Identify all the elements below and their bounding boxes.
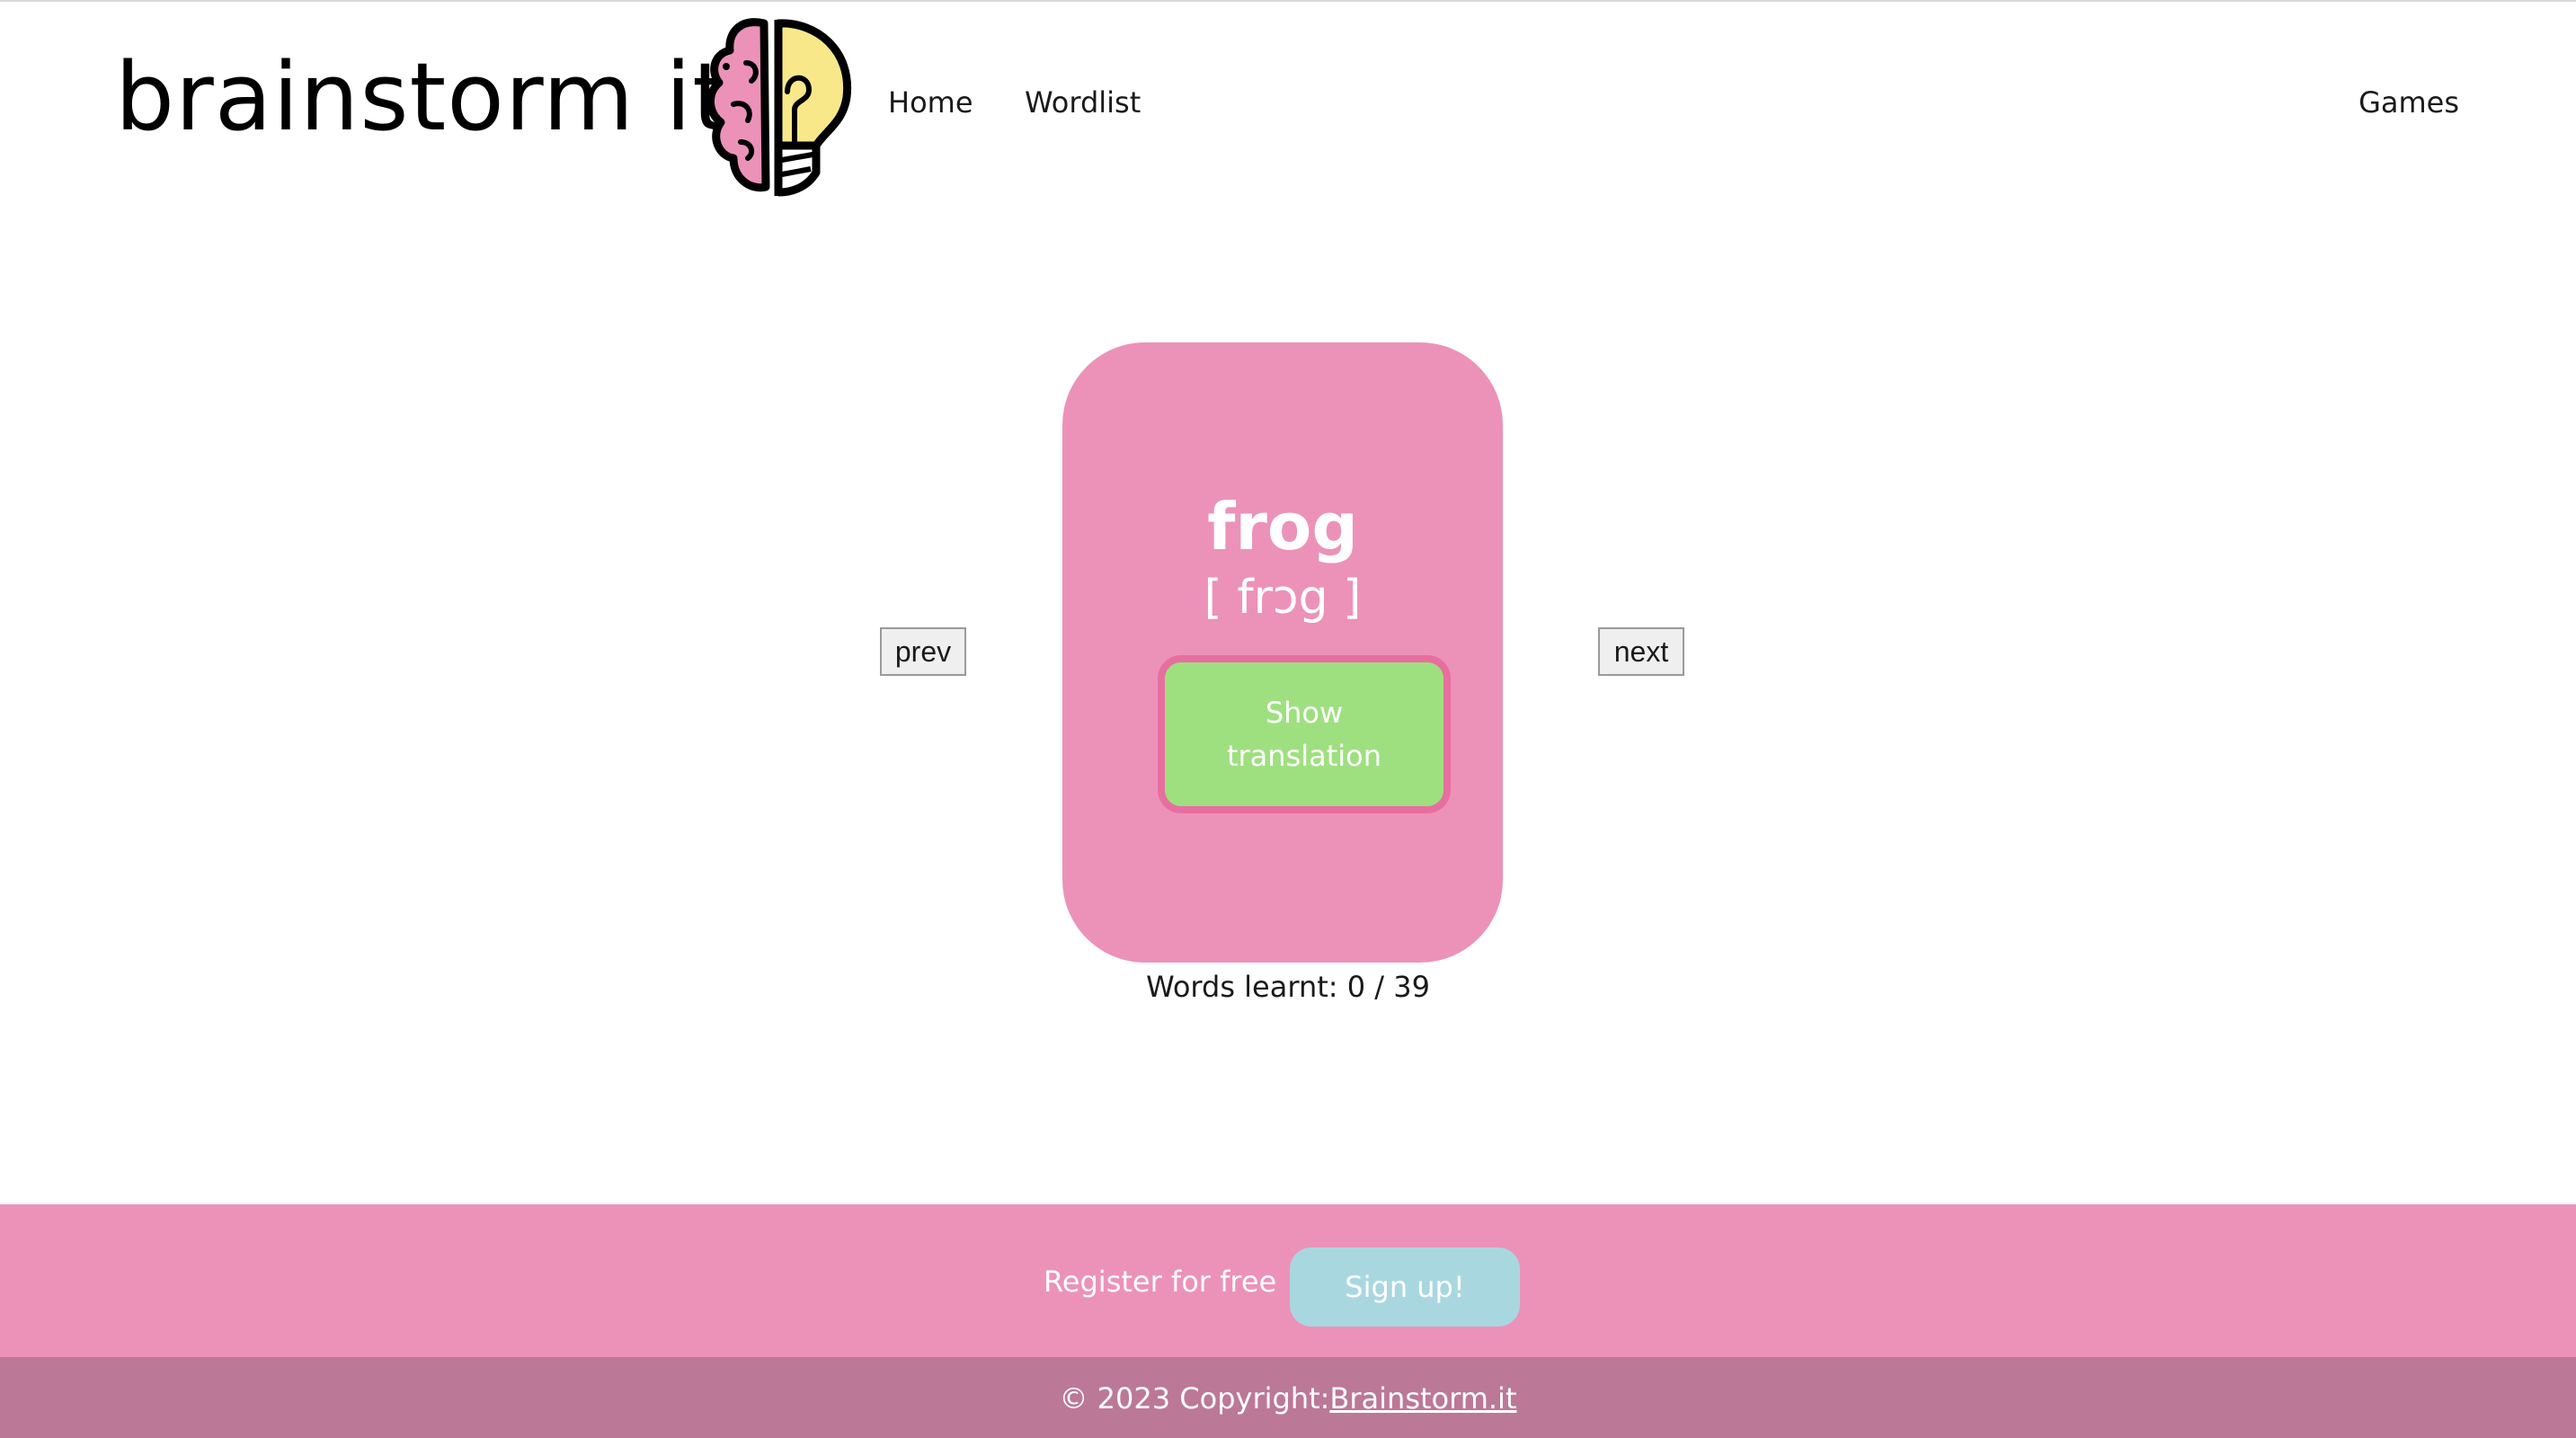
show-translation-button[interactable]: Show translation — [1158, 655, 1451, 813]
show-translation-label: Show translation — [1226, 696, 1382, 773]
footer-copyright-bar: © 2023 Copyright:Brainstorm.it — [0, 1357, 2576, 1438]
register-text: Register for free — [1044, 1265, 1277, 1299]
nav-wordlist-link[interactable]: Wordlist — [1025, 84, 1141, 120]
card-phonetic: [ frɔg ] — [1204, 571, 1362, 625]
card-word: frog — [1207, 489, 1358, 564]
prev-button[interactable]: prev — [880, 627, 966, 676]
nav-home-link[interactable]: Home — [888, 84, 973, 120]
brand-name[interactable]: brainstorm it! — [115, 43, 768, 151]
page: brainstorm it! Home Wordlist Games prev … — [0, 0, 2576, 1438]
site-header: brainstorm it! Home Wordlist Games — [0, 2, 2576, 209]
signup-button[interactable]: Sign up! — [1290, 1247, 1520, 1327]
footer-register-bar: Register for free Sign up! — [0, 1204, 2576, 1357]
copyright: © 2023 Copyright:Brainstorm.it — [0, 1379, 2576, 1418]
copyright-text: © 2023 Copyright: — [1059, 1381, 1330, 1416]
brain-lightbulb-icon[interactable] — [681, 11, 861, 201]
next-button[interactable]: next — [1598, 627, 1684, 676]
words-learnt-counter: Words learnt: 0 / 39 — [1146, 970, 1430, 1004]
nav-games-link[interactable]: Games — [2358, 84, 2459, 120]
flashcard: frog [ frɔg ] Show translation — [1062, 342, 1503, 963]
copyright-link[interactable]: Brainstorm.it — [1329, 1381, 1516, 1416]
